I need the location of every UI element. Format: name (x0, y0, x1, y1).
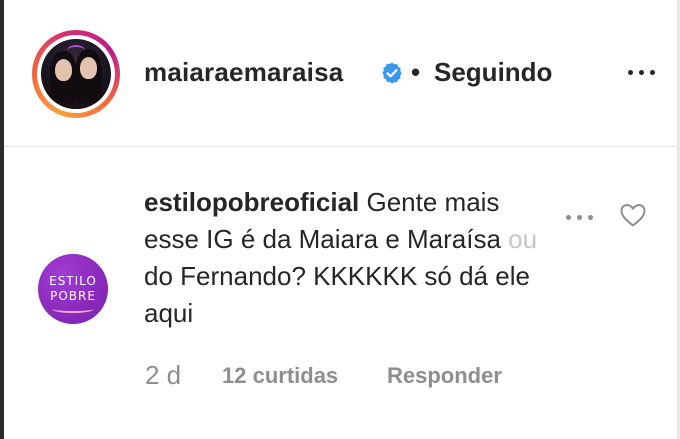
comment-text-faded: ou (508, 224, 538, 254)
more-dot (628, 70, 633, 75)
more-dot (577, 215, 582, 220)
comment-more-options-icon[interactable] (562, 205, 598, 229)
reply-button[interactable]: Responder (387, 363, 502, 389)
comment-avatar[interactable]: ESTILO POBRE (38, 254, 108, 324)
more-dot (650, 70, 655, 75)
comment-username[interactable]: estilopobreoficial (144, 187, 359, 217)
comment-text-line1: Gente mais (359, 187, 500, 217)
avatar-photo (41, 39, 111, 109)
following-button[interactable]: Seguindo (434, 57, 552, 88)
verified-badge-icon (382, 62, 402, 84)
header-separator: • (411, 57, 421, 87)
instagram-post-frame: maiaraemaraisa • Seguindo ESTILO POBRE e… (0, 0, 680, 439)
profile-avatar[interactable] (32, 30, 120, 118)
avatar-brand-line1: ESTILO (49, 274, 97, 288)
post-header: maiaraemaraisa • Seguindo (4, 0, 677, 147)
comment-time: 2 d (145, 360, 182, 390)
more-dot (588, 215, 593, 220)
comment-text-line4: aqui (144, 298, 194, 328)
comment-body: estilopobreoficial Gente mais esse IG é … (144, 184, 574, 332)
comment-text-line3: do Fernando? KKKKKK só dá ele (144, 261, 530, 291)
header-username[interactable]: maiaraemaraisa (144, 57, 343, 88)
avatar-photo-neon (67, 45, 85, 57)
comment-text-line2: esse IG é da Maiara e Maraísa (144, 224, 509, 254)
comment-likes[interactable]: 12 curtidas (222, 363, 338, 389)
avatar-photo-face (55, 59, 72, 81)
avatar-ring-inner (37, 35, 115, 113)
avatar-photo-face (80, 57, 97, 79)
heart-icon[interactable] (619, 202, 647, 228)
avatar-brand-line2: POBRE (50, 289, 96, 303)
more-dot (639, 70, 644, 75)
more-options-icon[interactable] (624, 60, 660, 84)
more-dot (566, 215, 571, 220)
avatar-brand-swoosh (52, 305, 94, 313)
